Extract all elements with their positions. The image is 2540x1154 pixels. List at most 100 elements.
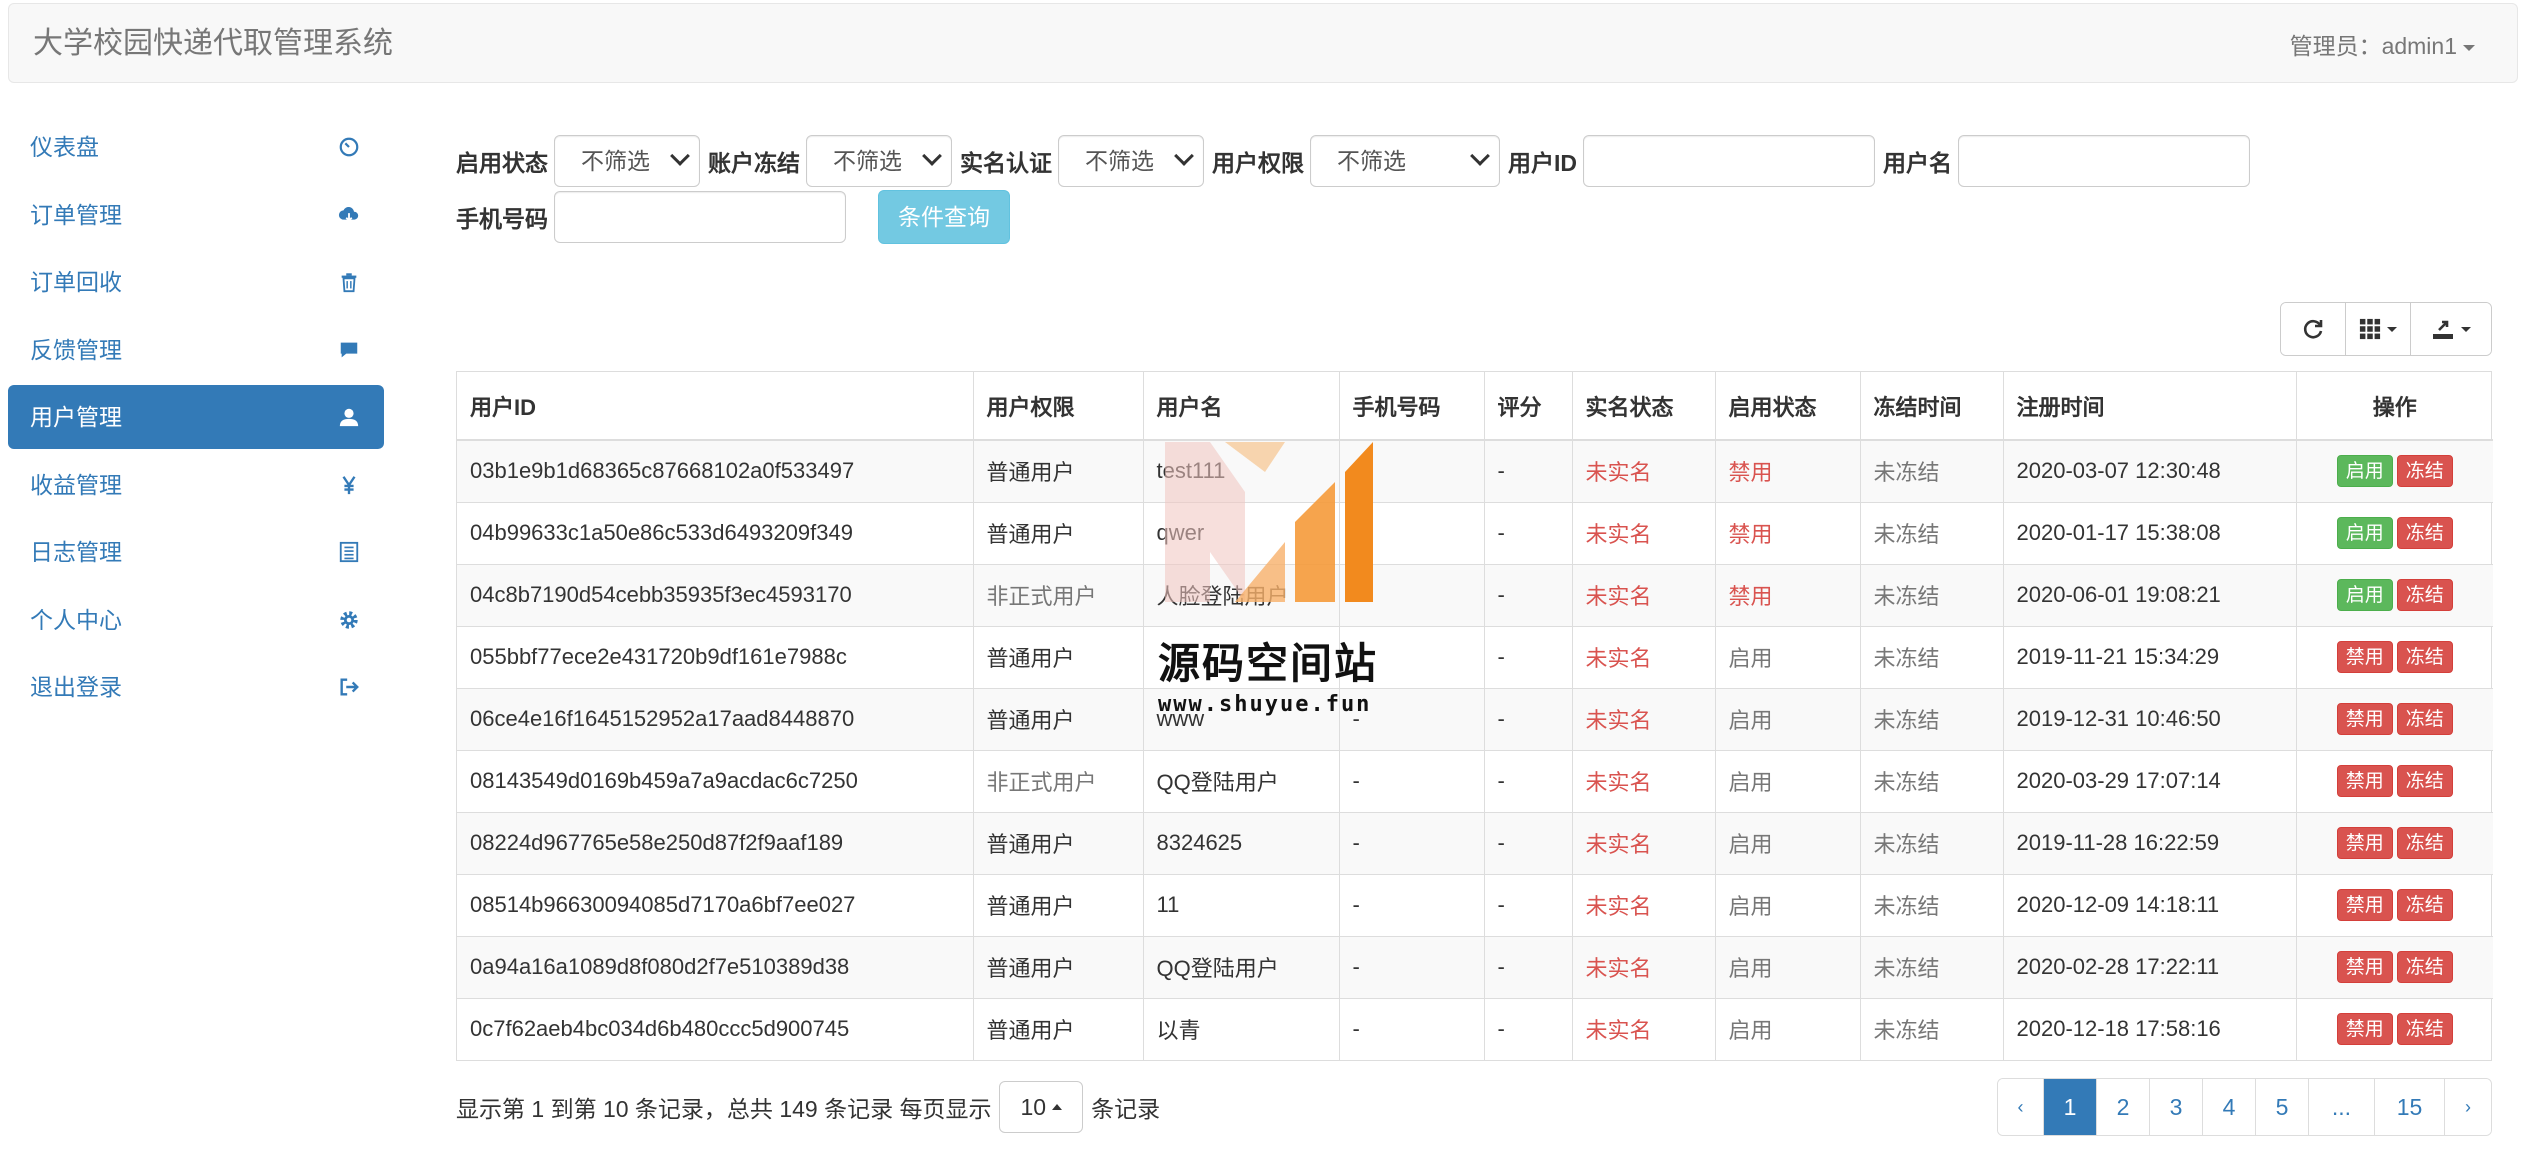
table-row[interactable]: 04c8b7190d54cebb35935f3ec4593170 非正式用户 人脸登… bbox=[457, 564, 2493, 627]
enable-button[interactable]: 启用 bbox=[2336, 455, 2393, 488]
enable-status-select[interactable]: 不筛选 bbox=[554, 135, 700, 187]
sidebar-item-orders[interactable]: 订单管理 bbox=[8, 183, 384, 247]
table-row[interactable]: 06ce4e16f1645152952a17aad8448870 普通用户 www -… bbox=[457, 688, 2493, 751]
col-header[interactable]: 启用状态 bbox=[1715, 372, 1861, 441]
freeze-button[interactable]: 冻结 bbox=[2396, 951, 2453, 983]
freeze-button[interactable]: 冻结 bbox=[2396, 703, 2453, 735]
page-button[interactable]: 1 bbox=[2044, 1079, 2097, 1135]
freeze-button[interactable]: 冻结 bbox=[2396, 455, 2453, 488]
table-row[interactable]: 04b99633c1a50e86c533d6493209f349 普通用户 qwer… bbox=[457, 502, 2493, 565]
disable-button[interactable]: 禁用 bbox=[2336, 703, 2393, 735]
col-header[interactable]: 注册时间 bbox=[2003, 372, 2297, 441]
cell-register-time: 2019-11-21 15:34:29 bbox=[2003, 626, 2297, 689]
list-icon bbox=[336, 520, 362, 584]
sidebar-item-label: 退出登录 bbox=[30, 674, 122, 700]
sidebar-item-label: 用户管理 bbox=[30, 404, 122, 430]
page-size-value: 10 bbox=[1020, 1093, 1047, 1120]
sidebar-item-logout[interactable]: 退出登录 bbox=[8, 655, 384, 719]
disable-button[interactable]: 禁用 bbox=[2336, 1013, 2393, 1046]
cell-freeze-time: 未冻结 bbox=[1860, 936, 2004, 999]
disable-button[interactable]: 禁用 bbox=[2336, 889, 2393, 921]
prev-page-button[interactable]: ‹ bbox=[1998, 1079, 2044, 1135]
pagination-summary: 显示第 1 到第 10 条记录，总共 149 条记录 每页显示 bbox=[456, 1096, 992, 1122]
cell-freeze-time: 未冻结 bbox=[1860, 440, 2004, 503]
page-button[interactable]: 5 bbox=[2256, 1079, 2309, 1135]
table-row[interactable]: 055bbf77ece2e431720b9df161e7988c 普通用户 - 未实名… bbox=[457, 626, 2493, 689]
userid-input[interactable] bbox=[1583, 135, 1875, 187]
cell-user-id: 0c7f62aeb4bc034d6b480ccc5d900745 bbox=[457, 998, 974, 1060]
freeze-button[interactable]: 冻结 bbox=[2396, 765, 2453, 797]
sidebar-item-feedback[interactable]: 反馈管理 bbox=[8, 318, 384, 382]
col-header[interactable]: 冻结时间 bbox=[1860, 372, 2004, 441]
col-header[interactable]: 评分 bbox=[1484, 372, 1573, 441]
phone-input[interactable] bbox=[554, 191, 846, 243]
cell-realname-status: 未实名 bbox=[1572, 812, 1716, 875]
sidebar-item-order-recycle[interactable]: 订单回收 bbox=[8, 250, 384, 314]
username-label: 用户名 bbox=[1883, 150, 1952, 176]
cell-register-time: 2020-03-07 12:30:48 bbox=[2003, 440, 2297, 503]
cell-username: qwer bbox=[1143, 502, 1340, 565]
col-header[interactable]: 用户名 bbox=[1143, 372, 1340, 441]
enable-button[interactable]: 启用 bbox=[2336, 579, 2393, 611]
table-row[interactable]: 08224d967765e58e250d87f2f9aaf189 普通用户 8324… bbox=[457, 812, 2493, 875]
cell-freeze-time: 未冻结 bbox=[1860, 564, 2004, 627]
export-button[interactable] bbox=[2411, 303, 2491, 355]
username-input[interactable] bbox=[1958, 135, 2250, 187]
freeze-button[interactable]: 冻结 bbox=[2396, 641, 2453, 673]
page-button[interactable]: 15 bbox=[2375, 1079, 2445, 1135]
export-icon bbox=[2433, 320, 2453, 339]
page-button[interactable]: 3 bbox=[2150, 1079, 2203, 1135]
cell-score: - bbox=[1484, 626, 1573, 689]
table-row[interactable]: 03b1e9b1d68365c87668102a0f533497 普通用户 test… bbox=[457, 440, 2493, 503]
col-header[interactable]: 用户权限 bbox=[973, 372, 1144, 441]
table-row[interactable]: 08143549d0169b459a7a9acdac6c7250 非正式用户 QQ登… bbox=[457, 750, 2493, 813]
admin-menu[interactable]: 管理员：admin1 bbox=[2290, 4, 2475, 88]
freeze-button[interactable]: 冻结 bbox=[2396, 517, 2453, 549]
table-row[interactable]: 08514b96630094085d7170a6bf7ee027 普通用户 11- -… bbox=[457, 874, 2493, 937]
columns-button[interactable] bbox=[2346, 303, 2411, 355]
enable-button[interactable]: 启用 bbox=[2336, 517, 2393, 549]
page-ellipsis[interactable]: ... bbox=[2309, 1079, 2375, 1135]
col-header[interactable]: 实名状态 bbox=[1572, 372, 1716, 441]
sidebar-item-profile[interactable]: 个人中心 bbox=[8, 588, 384, 652]
col-header[interactable]: 用户ID bbox=[457, 372, 974, 441]
cell-phone: - bbox=[1339, 812, 1485, 875]
cell-actions: 启用 冻结 bbox=[2296, 440, 2493, 503]
cell-score: - bbox=[1484, 440, 1573, 503]
table-row[interactable]: 0c7f62aeb4bc034d6b480ccc5d900745 普通用户 以青 - -… bbox=[457, 998, 2493, 1060]
next-page-button[interactable]: › bbox=[2445, 1079, 2491, 1135]
sidebar-item-users[interactable]: 用户管理 bbox=[8, 385, 384, 449]
sidebar-item-label: 收益管理 bbox=[30, 471, 122, 498]
page-button[interactable]: 4 bbox=[2203, 1079, 2256, 1135]
realname-select[interactable]: 不筛选 bbox=[1058, 135, 1204, 187]
freeze-button[interactable]: 冻结 bbox=[2396, 579, 2453, 611]
query-button[interactable]: 条件查询 bbox=[878, 190, 1010, 244]
cell-register-time: 2020-02-28 17:22:11 bbox=[2003, 936, 2297, 999]
page-button[interactable]: 2 bbox=[2097, 1079, 2150, 1135]
freeze-button[interactable]: 冻结 bbox=[2396, 889, 2453, 921]
cell-enable-status: 启用 bbox=[1715, 998, 1861, 1060]
app-title[interactable]: 大学校园快递代取管理系统 bbox=[33, 4, 393, 84]
freeze-select[interactable]: 不筛选 bbox=[806, 135, 952, 187]
refresh-button[interactable] bbox=[2281, 303, 2346, 355]
disable-button[interactable]: 禁用 bbox=[2336, 951, 2393, 983]
disable-button[interactable]: 禁用 bbox=[2336, 827, 2393, 859]
sidebar-item-dashboard[interactable]: 仪表盘 bbox=[8, 115, 384, 179]
enable-status-label: 启用状态 bbox=[456, 150, 548, 176]
cell-actions: 禁用 冻结 bbox=[2296, 750, 2493, 813]
table-header-row: 用户ID 用户权限 用户名 手机号码 评分 实名状态 启用状态 冻结时间 注册时… bbox=[457, 372, 2493, 441]
cell-phone: - bbox=[1339, 936, 1485, 999]
sidebar-item-income[interactable]: 收益管理 bbox=[8, 453, 384, 517]
cell-user-id: 08514b96630094085d7170a6bf7ee027 bbox=[457, 874, 974, 937]
permission-select[interactable]: 不筛选 bbox=[1310, 135, 1500, 187]
col-header[interactable]: 手机号码 bbox=[1339, 372, 1485, 441]
sidebar-item-logs[interactable]: 日志管理 bbox=[8, 520, 384, 584]
freeze-button[interactable]: 冻结 bbox=[2396, 1013, 2453, 1046]
table-row[interactable]: 0a94a16a1089d8f080d2f7e510389d38 普通用户 QQ登陆… bbox=[457, 936, 2493, 999]
disable-button[interactable]: 禁用 bbox=[2336, 641, 2393, 673]
freeze-button[interactable]: 冻结 bbox=[2396, 827, 2453, 859]
cell-register-time: 2020-06-01 19:08:21 bbox=[2003, 564, 2297, 627]
disable-button[interactable]: 禁用 bbox=[2336, 765, 2393, 797]
col-header[interactable]: 操作 bbox=[2296, 372, 2493, 441]
page-size-select[interactable]: 10 bbox=[999, 1081, 1084, 1133]
